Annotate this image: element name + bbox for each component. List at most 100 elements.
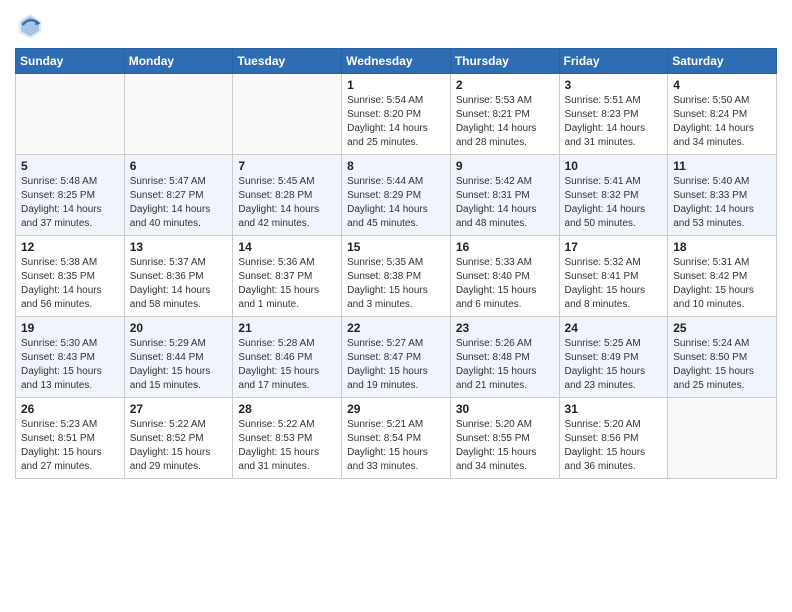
day-number: 5 xyxy=(21,159,119,173)
day-info: Sunrise: 5:40 AM Sunset: 8:33 PM Dayligh… xyxy=(673,175,771,231)
calendar-week-row: 19 Sunrise: 5:30 AM Sunset: 8:43 PM Dayli… xyxy=(16,317,777,398)
day-info: Sunrise: 5:37 AM Sunset: 8:36 PM Dayligh… xyxy=(130,256,228,312)
day-info: Sunrise: 5:44 AM Sunset: 8:29 PM Dayligh… xyxy=(347,175,445,231)
calendar-cell: 23 Sunrise: 5:26 AM Sunset: 8:48 PM Dayli… xyxy=(450,317,559,398)
calendar-cell: 17Sunrise: 5:32 AM Sunset: 8:41 PM Dayli… xyxy=(559,236,668,317)
calendar-cell: 3 Sunrise: 5:51 AM Sunset: 8:23 PM Daylig… xyxy=(559,74,668,155)
calendar-week-row: 26 Sunrise: 5:23 AM Sunset: 8:51 PM Dayli… xyxy=(16,398,777,479)
calendar-week-row: 12 Sunrise: 5:38 AM Sunset: 8:35 PM Dayli… xyxy=(16,236,777,317)
day-number: 20 xyxy=(130,321,228,335)
day-number: 28 xyxy=(238,402,336,416)
calendar-cell: 11 Sunrise: 5:40 AM Sunset: 8:33 PM Dayli… xyxy=(668,155,777,236)
calendar-cell: 24 Sunrise: 5:25 AM Sunset: 8:49 PM Dayli… xyxy=(559,317,668,398)
day-info: Sunrise: 5:53 AM Sunset: 8:21 PM Dayligh… xyxy=(456,94,554,150)
day-info: Sunrise: 5:26 AM Sunset: 8:48 PM Dayligh… xyxy=(456,337,554,393)
day-number: 19 xyxy=(21,321,119,335)
day-info: Sunrise: 5:27 AM Sunset: 8:47 PM Dayligh… xyxy=(347,337,445,393)
calendar-cell: 18Sunrise: 5:31 AM Sunset: 8:42 PM Dayli… xyxy=(668,236,777,317)
calendar-header-row: SundayMondayTuesdayWednesdayThursdayFrid… xyxy=(16,49,777,74)
day-info: Sunrise: 5:22 AM Sunset: 8:52 PM Dayligh… xyxy=(130,418,228,474)
calendar-cell: 20 Sunrise: 5:29 AM Sunset: 8:44 PM Dayli… xyxy=(124,317,233,398)
day-info: Sunrise: 5:24 AM Sunset: 8:50 PM Dayligh… xyxy=(673,337,771,393)
day-info: Sunrise: 5:35 AM Sunset: 8:38 PM Dayligh… xyxy=(347,256,445,312)
day-info: Sunrise: 5:51 AM Sunset: 8:23 PM Dayligh… xyxy=(565,94,663,150)
calendar-cell xyxy=(16,74,125,155)
day-number: 12 xyxy=(21,240,119,254)
calendar-cell: 27 Sunrise: 5:22 AM Sunset: 8:52 PM Dayli… xyxy=(124,398,233,479)
day-number: 25 xyxy=(673,321,771,335)
page: SundayMondayTuesdayWednesdayThursdayFrid… xyxy=(0,0,792,489)
calendar-cell xyxy=(668,398,777,479)
day-info: Sunrise: 5:36 AM Sunset: 8:37 PM Dayligh… xyxy=(238,256,336,312)
day-info: Sunrise: 5:33 AM Sunset: 8:40 PM Dayligh… xyxy=(456,256,554,312)
day-info: Sunrise: 5:20 AM Sunset: 8:55 PM Dayligh… xyxy=(456,418,554,474)
day-number: 6 xyxy=(130,159,228,173)
calendar-cell: 21 Sunrise: 5:28 AM Sunset: 8:46 PM Dayli… xyxy=(233,317,342,398)
col-header-sunday: Sunday xyxy=(16,49,125,74)
col-header-monday: Monday xyxy=(124,49,233,74)
day-info: Sunrise: 5:28 AM Sunset: 8:46 PM Dayligh… xyxy=(238,337,336,393)
day-number: 11 xyxy=(673,159,771,173)
day-number: 21 xyxy=(238,321,336,335)
calendar-week-row: 1Sunrise: 5:54 AM Sunset: 8:20 PM Daylig… xyxy=(16,74,777,155)
day-info: Sunrise: 5:25 AM Sunset: 8:49 PM Dayligh… xyxy=(565,337,663,393)
col-header-wednesday: Wednesday xyxy=(342,49,451,74)
calendar-cell: 26 Sunrise: 5:23 AM Sunset: 8:51 PM Dayli… xyxy=(16,398,125,479)
day-number: 26 xyxy=(21,402,119,416)
col-header-thursday: Thursday xyxy=(450,49,559,74)
calendar-cell: 9 Sunrise: 5:42 AM Sunset: 8:31 PM Daylig… xyxy=(450,155,559,236)
calendar-cell xyxy=(124,74,233,155)
day-info: Sunrise: 5:48 AM Sunset: 8:25 PM Dayligh… xyxy=(21,175,119,231)
calendar-cell: 14Sunrise: 5:36 AM Sunset: 8:37 PM Dayli… xyxy=(233,236,342,317)
day-info: Sunrise: 5:30 AM Sunset: 8:43 PM Dayligh… xyxy=(21,337,119,393)
day-number: 9 xyxy=(456,159,554,173)
calendar-cell: 1Sunrise: 5:54 AM Sunset: 8:20 PM Daylig… xyxy=(342,74,451,155)
calendar-cell: 22 Sunrise: 5:27 AM Sunset: 8:47 PM Dayli… xyxy=(342,317,451,398)
calendar-table: SundayMondayTuesdayWednesdayThursdayFrid… xyxy=(15,48,777,479)
header xyxy=(15,10,777,40)
day-info: Sunrise: 5:54 AM Sunset: 8:20 PM Dayligh… xyxy=(347,94,445,150)
day-info: Sunrise: 5:32 AM Sunset: 8:41 PM Dayligh… xyxy=(565,256,663,312)
logo-icon xyxy=(15,10,45,40)
calendar-cell: 4 Sunrise: 5:50 AM Sunset: 8:24 PM Daylig… xyxy=(668,74,777,155)
day-info: Sunrise: 5:42 AM Sunset: 8:31 PM Dayligh… xyxy=(456,175,554,231)
day-number: 10 xyxy=(565,159,663,173)
day-number: 18 xyxy=(673,240,771,254)
calendar-cell: 13 Sunrise: 5:37 AM Sunset: 8:36 PM Dayli… xyxy=(124,236,233,317)
day-number: 13 xyxy=(130,240,228,254)
day-info: Sunrise: 5:41 AM Sunset: 8:32 PM Dayligh… xyxy=(565,175,663,231)
day-info: Sunrise: 5:47 AM Sunset: 8:27 PM Dayligh… xyxy=(130,175,228,231)
calendar-week-row: 5 Sunrise: 5:48 AM Sunset: 8:25 PM Daylig… xyxy=(16,155,777,236)
calendar-cell: 30 Sunrise: 5:20 AM Sunset: 8:55 PM Dayli… xyxy=(450,398,559,479)
calendar-cell: 28 Sunrise: 5:22 AM Sunset: 8:53 PM Dayli… xyxy=(233,398,342,479)
day-info: Sunrise: 5:29 AM Sunset: 8:44 PM Dayligh… xyxy=(130,337,228,393)
calendar-cell: 25 Sunrise: 5:24 AM Sunset: 8:50 PM Dayli… xyxy=(668,317,777,398)
calendar-cell: 15Sunrise: 5:35 AM Sunset: 8:38 PM Dayli… xyxy=(342,236,451,317)
day-number: 16 xyxy=(456,240,554,254)
day-info: Sunrise: 5:38 AM Sunset: 8:35 PM Dayligh… xyxy=(21,256,119,312)
day-number: 30 xyxy=(456,402,554,416)
day-info: Sunrise: 5:22 AM Sunset: 8:53 PM Dayligh… xyxy=(238,418,336,474)
day-number: 31 xyxy=(565,402,663,416)
calendar-cell xyxy=(233,74,342,155)
day-number: 4 xyxy=(673,78,771,92)
day-number: 27 xyxy=(130,402,228,416)
day-info: Sunrise: 5:50 AM Sunset: 8:24 PM Dayligh… xyxy=(673,94,771,150)
col-header-saturday: Saturday xyxy=(668,49,777,74)
day-info: Sunrise: 5:21 AM Sunset: 8:54 PM Dayligh… xyxy=(347,418,445,474)
calendar-cell: 31Sunrise: 5:20 AM Sunset: 8:56 PM Dayli… xyxy=(559,398,668,479)
day-number: 2 xyxy=(456,78,554,92)
day-number: 23 xyxy=(456,321,554,335)
day-number: 24 xyxy=(565,321,663,335)
calendar-cell: 7Sunrise: 5:45 AM Sunset: 8:28 PM Daylig… xyxy=(233,155,342,236)
calendar-cell: 19 Sunrise: 5:30 AM Sunset: 8:43 PM Dayli… xyxy=(16,317,125,398)
day-info: Sunrise: 5:23 AM Sunset: 8:51 PM Dayligh… xyxy=(21,418,119,474)
calendar-cell: 29Sunrise: 5:21 AM Sunset: 8:54 PM Dayli… xyxy=(342,398,451,479)
calendar-cell: 8Sunrise: 5:44 AM Sunset: 8:29 PM Daylig… xyxy=(342,155,451,236)
day-info: Sunrise: 5:45 AM Sunset: 8:28 PM Dayligh… xyxy=(238,175,336,231)
day-number: 3 xyxy=(565,78,663,92)
calendar-cell: 2 Sunrise: 5:53 AM Sunset: 8:21 PM Daylig… xyxy=(450,74,559,155)
calendar-cell: 10 Sunrise: 5:41 AM Sunset: 8:32 PM Dayli… xyxy=(559,155,668,236)
day-number: 22 xyxy=(347,321,445,335)
col-header-friday: Friday xyxy=(559,49,668,74)
